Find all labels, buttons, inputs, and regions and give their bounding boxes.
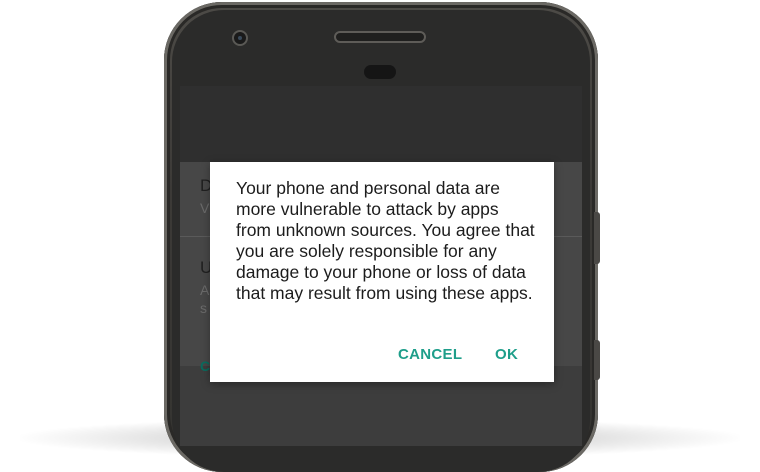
settings-item-summary: V — [200, 200, 210, 216]
unknown-sources-warning-dialog: Your phone and personal data are more vu… — [210, 162, 554, 382]
settings-action: C — [200, 358, 211, 374]
camera-icon — [232, 30, 248, 46]
dimmed-app-bar — [180, 86, 582, 162]
cancel-button[interactable]: CANCEL — [398, 346, 462, 363]
settings-item-summary: s — [200, 300, 207, 316]
settings-item-summary: A — [200, 282, 210, 298]
dialog-message: Your phone and personal data are more vu… — [236, 178, 535, 303]
sensor-icon — [364, 65, 396, 79]
ok-button[interactable]: OK — [495, 346, 518, 363]
speaker-icon — [334, 31, 426, 43]
power-button — [594, 340, 600, 380]
volume-button — [594, 212, 600, 264]
